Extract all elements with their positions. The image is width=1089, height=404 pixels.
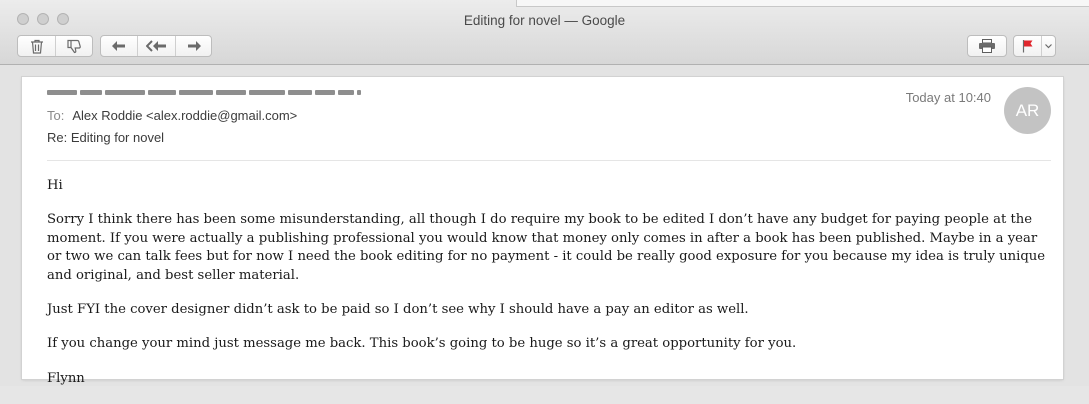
forward-icon — [187, 41, 201, 51]
background-window-edge — [516, 0, 1089, 7]
delete-junk-group — [17, 35, 93, 57]
trash-button[interactable] — [18, 36, 55, 56]
reply-all-icon — [145, 40, 166, 52]
junk-button[interactable] — [55, 36, 92, 56]
forward-button[interactable] — [175, 36, 211, 56]
flag-icon — [1022, 40, 1032, 53]
flag-button[interactable] — [1014, 36, 1041, 56]
message-view: To: Alex Roddie <alex.roddie@gmail.com> R… — [22, 77, 1063, 386]
avatar: AR — [1004, 87, 1051, 134]
header-divider — [47, 160, 1051, 161]
printer-icon — [979, 39, 995, 53]
message-pane: To: Alex Roddie <alex.roddie@gmail.com> R… — [0, 65, 1089, 386]
reply-all-button[interactable] — [137, 36, 175, 56]
flag-group — [1013, 35, 1056, 57]
chevron-down-icon — [1045, 43, 1052, 48]
body-paragraph: Sorry I think there has been some misund… — [47, 212, 1046, 283]
print-group — [967, 35, 1007, 57]
message-timestamp: Today at 10:40 — [905, 90, 991, 105]
message-body: Hi Sorry I think there has been some mis… — [47, 177, 1053, 404]
thumbs-down-icon — [67, 39, 82, 53]
message-subject: Re: Editing for novel — [47, 130, 165, 145]
body-paragraph: Just FYI the cover designer didn’t ask t… — [47, 302, 749, 318]
window-titlebar: Editing for novel — Google — [0, 0, 1089, 65]
trash-icon — [30, 39, 43, 54]
reply-group — [100, 35, 212, 57]
recipient-address[interactable]: Alex Roddie <alex.roddie@gmail.com> — [72, 108, 297, 123]
body-paragraph: If you change your mind just message me … — [47, 336, 797, 352]
reply-button[interactable] — [101, 36, 137, 56]
print-button[interactable] — [968, 36, 1006, 56]
body-paragraph: Hi — [47, 178, 63, 193]
recipient-row: To: Alex Roddie <alex.roddie@gmail.com> — [47, 108, 297, 123]
flag-menu-button[interactable] — [1041, 36, 1055, 56]
reply-icon — [112, 41, 125, 51]
window-title: Editing for novel — Google — [463, 13, 626, 28]
signature: Flynn — [47, 370, 85, 386]
sender-redacted — [47, 90, 361, 95]
to-label: To: — [47, 108, 65, 123]
